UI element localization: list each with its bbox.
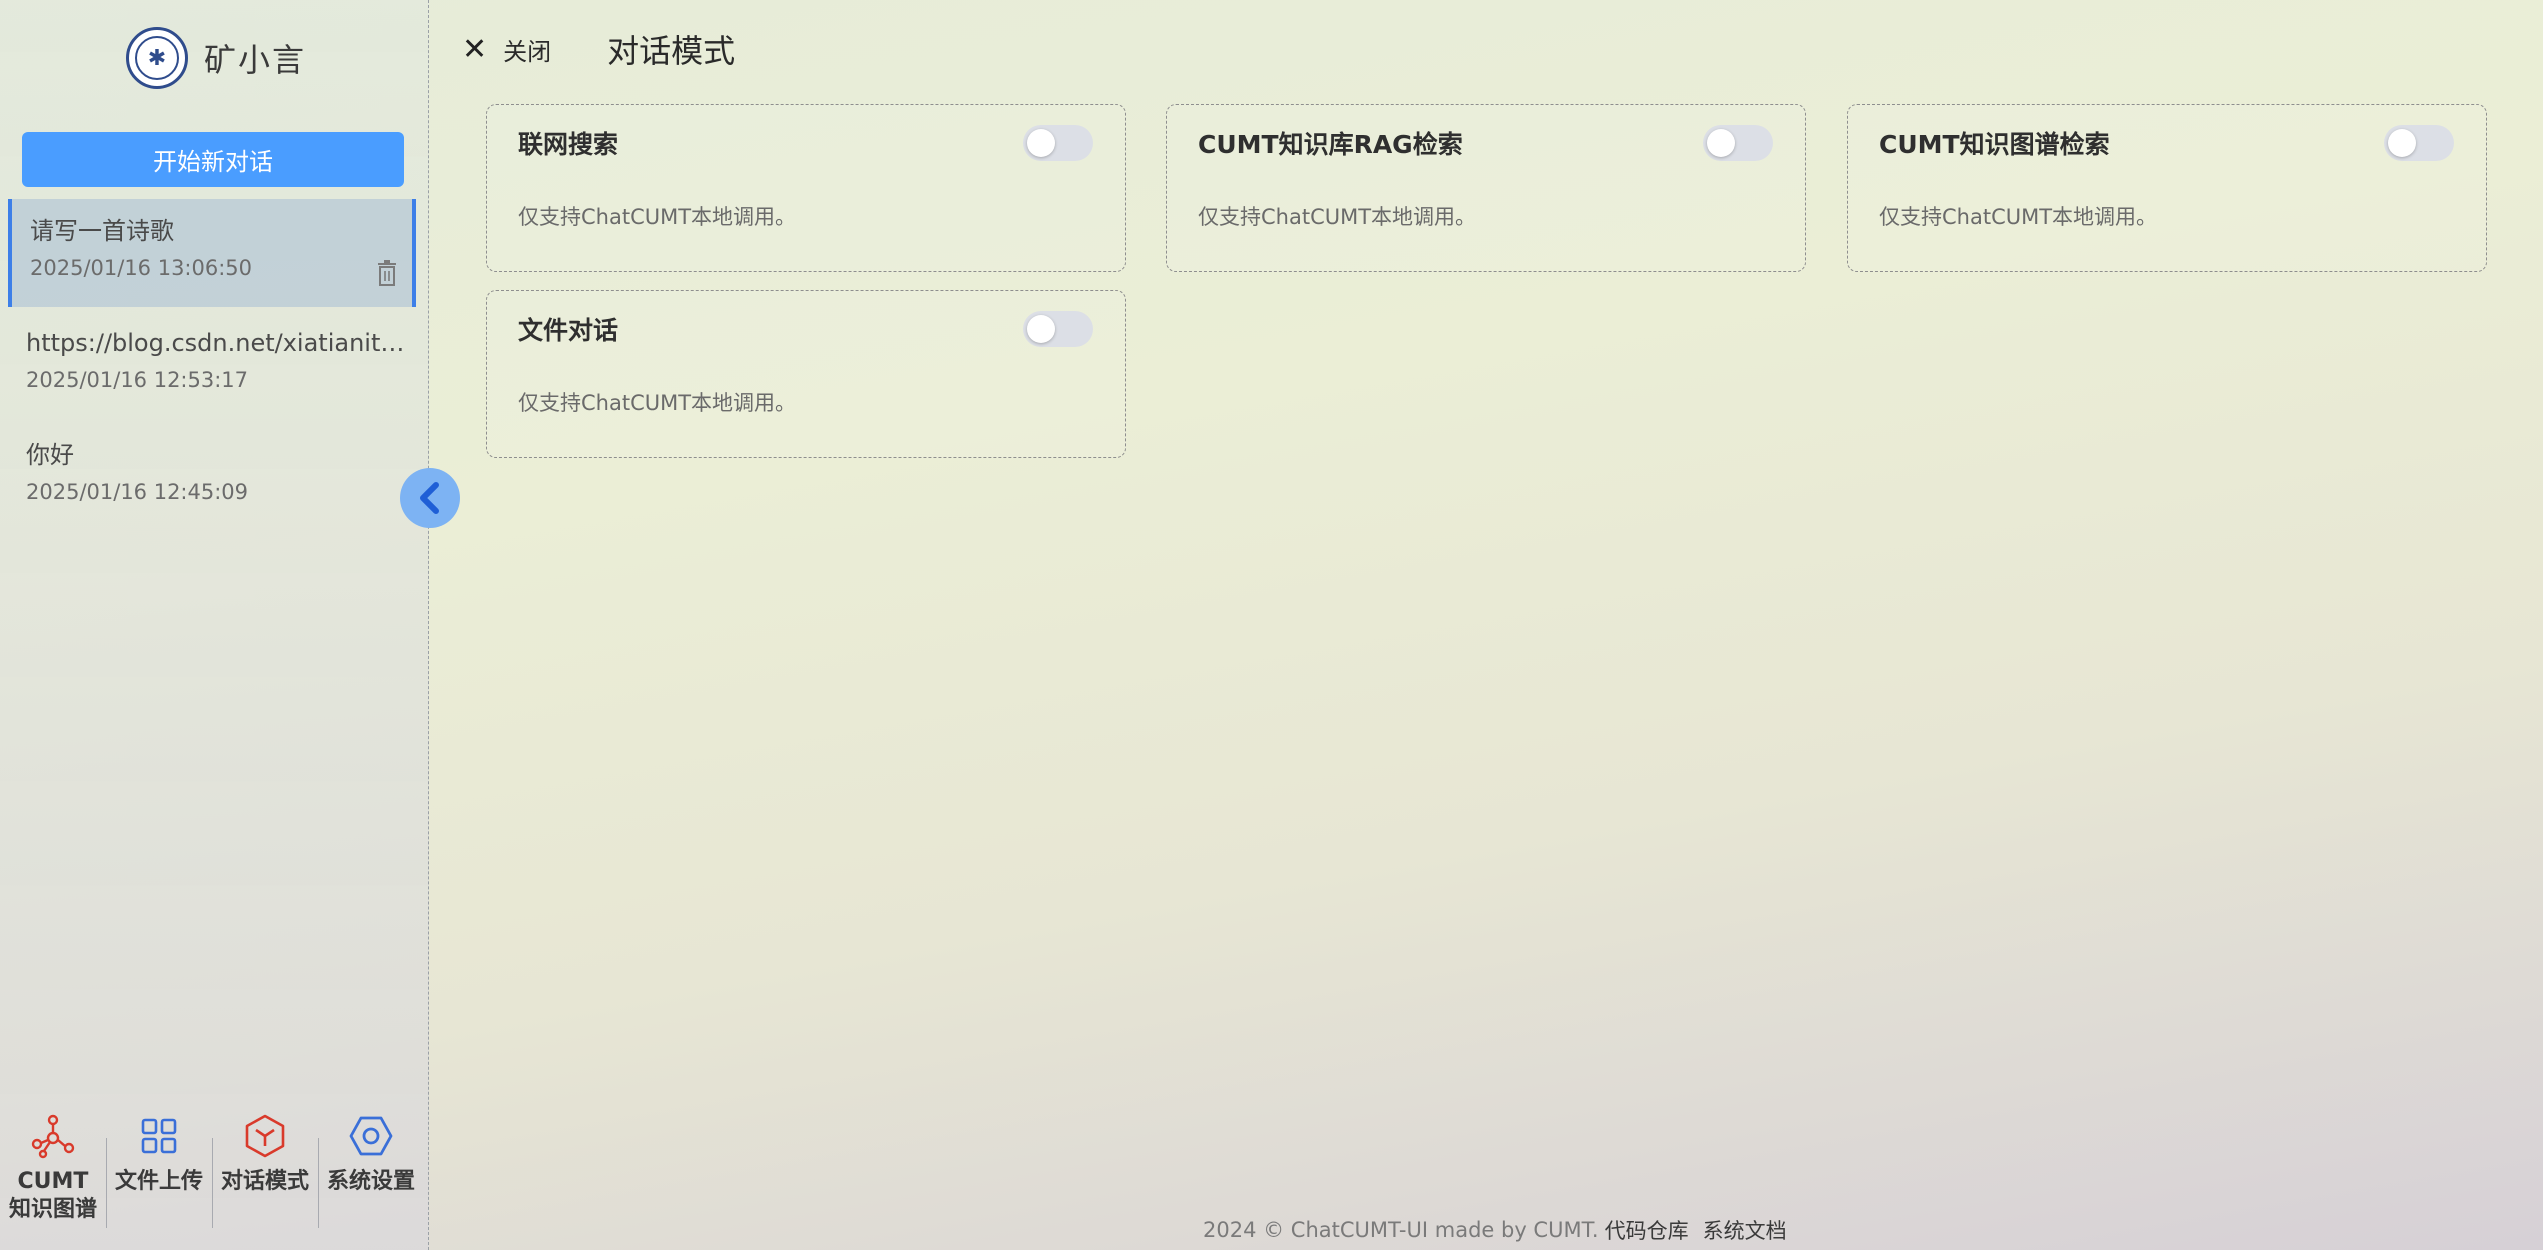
page-title: 对话模式 (607, 32, 736, 70)
nav-label-line: CUMT (17, 1169, 89, 1194)
cube-hexagon-icon (245, 1114, 285, 1158)
bottom-nav: CUMT 知识图谱 文件上传 对话模式 系统设置 (0, 1100, 429, 1230)
sidebar: ✱ 矿小言 开始新对话 请写一首诗歌 2025/01/16 13:06:50 h… (0, 0, 429, 1250)
mode-title: 文件对话 (518, 316, 619, 345)
grid-icon (141, 1118, 177, 1154)
repo-link[interactable]: 代码仓库 (1605, 1215, 1689, 1245)
graph-network-icon (31, 1114, 75, 1159)
hexagon-settings-icon (349, 1116, 393, 1156)
mode-card-file-chat: 文件对话 仅支持ChatCUMT本地调用。 (486, 290, 1126, 458)
nav-label: 文件上传 (114, 1169, 203, 1194)
mode-toggle-switch[interactable] (1703, 125, 1773, 161)
mode-title: CUMT知识库RAG检索 (1198, 130, 1463, 159)
nav-label: 系统设置 (326, 1169, 415, 1194)
mode-description: 仅支持ChatCUMT本地调用。 (518, 391, 797, 415)
conversation-item[interactable]: 你好 2025/01/16 12:45:09 (8, 423, 416, 531)
nav-label-line: 知识图谱 (8, 1197, 97, 1222)
mode-toggle-switch[interactable] (2384, 125, 2454, 161)
nav-file-upload[interactable]: 文件上传 (106, 1100, 212, 1230)
conversation-item[interactable]: 请写一首诗歌 2025/01/16 13:06:50 (8, 199, 416, 307)
conversation-title: 请写一首诗歌 (30, 217, 174, 245)
nav-label: 对话模式 (220, 1169, 309, 1194)
topbar: ✕ 关闭 对话模式 (462, 24, 735, 74)
new-chat-button[interactable]: 开始新对话 (22, 132, 404, 187)
mode-description: 仅支持ChatCUMT本地调用。 (1198, 205, 1477, 229)
nav-chat-mode[interactable]: 对话模式 (212, 1100, 318, 1230)
university-seal-icon: ✱ (126, 27, 188, 89)
nav-knowledge-graph[interactable]: CUMT 知识图谱 (0, 1100, 106, 1230)
mode-description: 仅支持ChatCUMT本地调用。 (518, 205, 797, 229)
mode-toggle-switch[interactable] (1023, 311, 1093, 347)
nav-system-settings[interactable]: 系统设置 (318, 1100, 424, 1230)
conversation-title: 你好 (26, 441, 74, 469)
brand: ✱ 矿小言 (126, 26, 306, 90)
collapse-sidebar-button[interactable] (400, 468, 460, 528)
trash-icon[interactable] (376, 259, 398, 287)
mode-title: 联网搜索 (518, 130, 619, 159)
footer: 2024 © ChatCUMT-UI made by CUMT. 代码仓库 系统… (1203, 1215, 1787, 1245)
mode-description: 仅支持ChatCUMT本地调用。 (1879, 205, 2158, 229)
close-label: 关闭 (503, 37, 552, 66)
close-button[interactable]: ✕ 关闭 (462, 32, 551, 67)
mode-title: CUMT知识图谱检索 (1879, 130, 2110, 159)
conversation-time: 2025/01/16 13:06:50 (30, 256, 253, 280)
conversation-item[interactable]: https://blog.csdn.net/xiatianit/article/… (8, 311, 416, 419)
conversation-time: 2025/01/16 12:45:09 (26, 480, 249, 504)
mode-card-rag-retrieval: CUMT知识库RAG检索 仅支持ChatCUMT本地调用。 (1166, 104, 1806, 272)
nav-label: CUMT 知识图谱 (9, 1168, 97, 1224)
brand-name: 矿小言 (204, 41, 307, 79)
mode-card-knowledge-graph: CUMT知识图谱检索 仅支持ChatCUMT本地调用。 (1847, 104, 2487, 272)
mode-toggle-switch[interactable] (1023, 125, 1093, 161)
chevron-left-icon (420, 482, 439, 514)
conversation-time: 2025/01/16 12:53:17 (26, 368, 249, 392)
mode-card-web-search: 联网搜索 仅支持ChatCUMT本地调用。 (486, 104, 1126, 272)
docs-link[interactable]: 系统文档 (1703, 1215, 1787, 1245)
footer-text: 2024 © ChatCUMT-UI made by CUMT. (1203, 1218, 1599, 1242)
conversation-title: https://blog.csdn.net/xiatianit/article/… (26, 329, 412, 357)
close-icon: ✕ (462, 31, 488, 67)
